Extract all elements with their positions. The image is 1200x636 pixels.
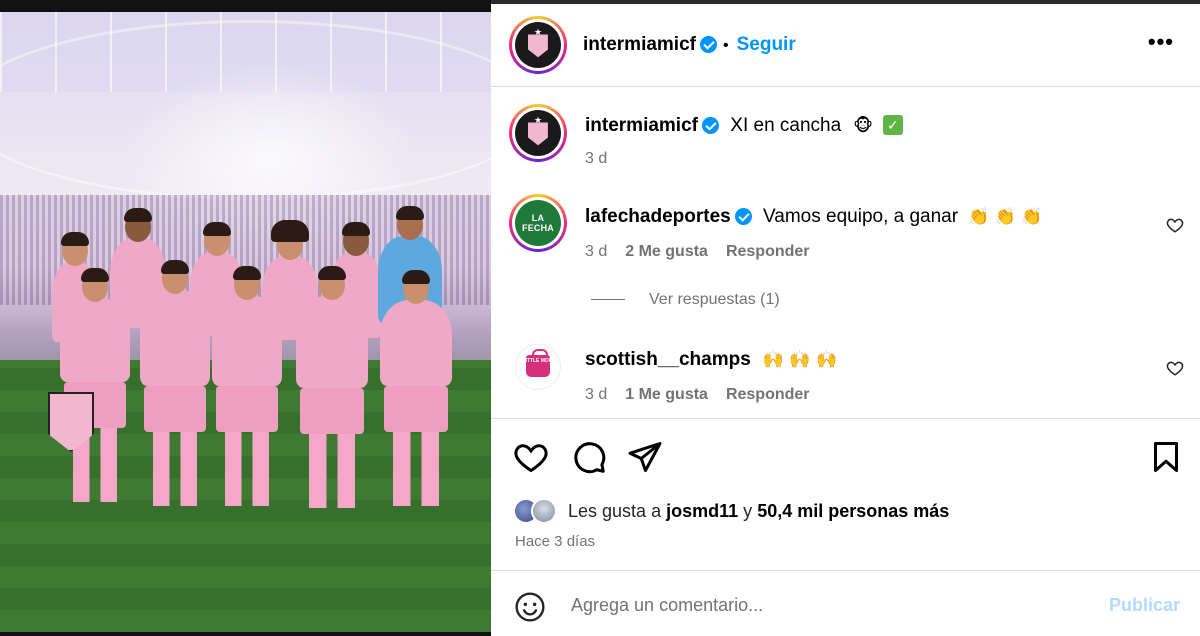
club-crest-icon [527,34,549,58]
publish-button[interactable]: Publicar [1109,595,1180,616]
comment-2: scottish__champs 🙌 🙌 🙌 [585,349,837,371]
player [212,266,282,506]
caption: intermiamicf XI en cancha 🐵 ✓ [585,115,903,137]
commenter-avatar[interactable]: LA FECHA [509,194,567,252]
save-icon[interactable] [1148,439,1184,475]
caption-time: 3 d [585,150,608,167]
view-replies-button[interactable]: Ver respuestas (1) [591,291,780,309]
likes-conj: y [743,500,753,521]
player [380,270,452,506]
club-crest-icon [527,122,549,146]
likes-user[interactable]: josmd11 [666,501,738,521]
share-icon[interactable] [627,439,663,475]
post-actions: Les gusta a josmd11 y 50,4 mil personas … [491,418,1200,570]
likes-prefix: Les gusta a [568,500,662,521]
emoji-icon[interactable] [514,591,546,623]
verified-icon [701,117,719,134]
verified-icon [734,208,752,225]
check-emoji: ✓ [882,115,903,135]
liker-avatar [531,498,557,524]
caption-username[interactable]: intermiamicf [585,115,698,136]
raised-hands-emojis: 🙌 🙌 🙌 [762,350,838,370]
comment-2-meta: 3 d 1 Me gusta Responder [585,386,810,404]
clap-emojis: 👏 👏 👏 [968,207,1043,227]
follow-button[interactable]: Seguir [737,34,796,55]
comment-username[interactable]: lafechadeportes [585,206,731,227]
comment-1-meta: 3 d 2 Me gusta Responder [585,243,810,261]
comment-like-heart-icon[interactable] [1166,359,1184,377]
post-date: Hace 3 días [515,533,596,550]
commenter-avatar[interactable]: LITTLE MOIE [515,344,561,390]
comment-likes[interactable]: 2 Me gusta [625,243,708,260]
photo-bottom-edge [0,632,491,636]
reply-button[interactable]: Responder [726,243,810,260]
view-replies-label: Ver respuestas (1) [649,291,780,308]
comment-input[interactable] [571,591,1071,619]
comment-1: lafechadeportes Vamos equipo, a ganar 👏 👏… [585,206,1042,228]
comment-bar: Publicar [491,570,1200,636]
comment-text: Vamos equipo, a ganar [763,206,959,227]
likes-summary[interactable]: Les gusta a josmd11 y 50,4 mil personas … [513,498,949,526]
heart-icon[interactable] [513,439,549,475]
likes-text: Les gusta a josmd11 y 50,4 mil personas … [568,501,949,521]
caption-author-avatar[interactable]: ★ [509,104,567,162]
post-photo[interactable] [0,0,491,636]
little-moie-logo: LITTLE MOIE [522,358,554,364]
author-username[interactable]: intermiamicf [583,34,696,55]
post-panel: ★ intermiamicf • Seguir ••• ★ intermiamicf… [491,0,1200,636]
comment-time: 3 d [585,386,608,403]
comment-time: 3 d [585,243,608,260]
comment-likes[interactable]: 1 Me gusta [625,386,708,403]
player [296,266,368,508]
comment-username[interactable]: scottish__champs [585,349,751,370]
photo-top-edge [0,0,491,12]
post-header: ★ intermiamicf • Seguir ••• [491,4,1200,87]
author-row: intermiamicf • Seguir [583,34,796,56]
separator-dot: • [722,37,729,54]
comment-like-heart-icon[interactable] [1166,216,1184,234]
replies-divider [591,299,625,301]
author-avatar[interactable]: ★ [509,16,567,74]
player [60,268,130,502]
comment-icon[interactable] [571,439,607,475]
likes-count[interactable]: 50,4 mil personas más [757,501,949,521]
monkey-emoji: 🐵 [853,116,873,136]
verified-icon [699,36,717,53]
more-icon[interactable]: ••• [1148,31,1174,53]
caption-text: XI en cancha [730,115,842,136]
reply-button[interactable]: Responder [726,386,810,403]
lafecha-logo: LA FECHA [522,213,554,233]
player [140,260,210,506]
